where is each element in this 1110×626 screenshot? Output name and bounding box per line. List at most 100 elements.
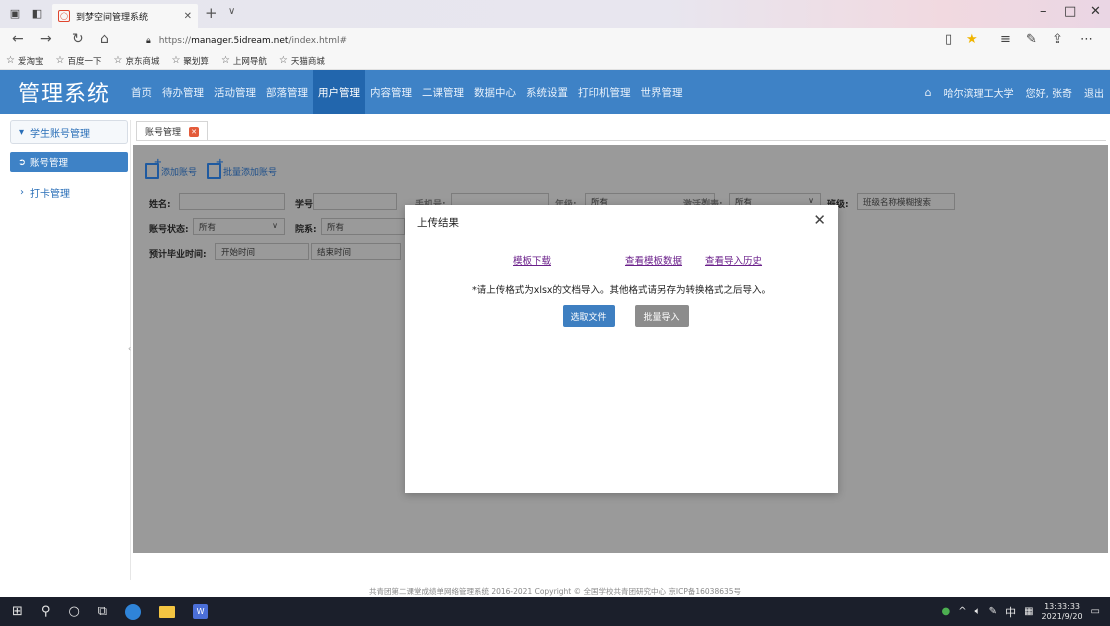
network-status-icon[interactable]: ● [942,606,951,617]
nav-settings[interactable]: 系统设置 [521,70,573,114]
system-tray: ● ^ 🔈︎ ✎ 中 ▦ 13:33:33 2021/9/20 ▭ [942,597,1100,626]
back-tabs-icon[interactable]: ◧ [30,6,44,20]
name-input[interactable] [179,193,285,210]
favorites-bar: ☆ 爱淘宝 ☆ 百度一下 ☆ 京东商城 ☆ 聚划算 ☆ 上网导航 ☆ 天猫商城 [0,52,1110,70]
end-date-placeholder: 结束时间 [317,247,352,258]
maximize-icon[interactable]: □ [1064,4,1076,19]
favorite-label: 天猫商城 [290,56,325,67]
add-file-icon [145,157,162,179]
more-icon[interactable]: ⋯ [1080,32,1093,47]
dialog-links: 模板下载 查看模板数据 查看导入历史 [405,253,838,267]
star-icon: ☆ [6,55,15,66]
nav-activity[interactable]: 活动管理 [209,70,261,114]
nav-home[interactable]: 首页 [126,70,157,114]
favorite-star-icon[interactable]: ★ [966,32,978,47]
add-account-button[interactable]: 添加账号 [145,157,197,179]
star-icon: ☆ [278,55,288,66]
star-icon: ☆ [171,55,181,66]
favorites-hub-icon[interactable]: ≡ [1000,32,1011,47]
browser-tab[interactable]: ◯ 到梦空间管理系统 ✕ [52,4,198,28]
url-field[interactable]: 🔒︎ https://manager.5idream.net/index.htm… [146,32,966,49]
new-tab-icon[interactable]: + [205,4,218,22]
batch-add-account-button[interactable]: 批量添加账号 [207,157,277,179]
student-no-input[interactable] [313,193,397,210]
dept-select[interactable]: 所有 [321,218,405,235]
address-bar-row: ← → ↻ ⌂ 🔒︎ https://manager.5idream.net/i… [0,28,1110,52]
import-history-link[interactable]: 查看导入历史 [705,253,762,267]
select-file-button[interactable]: 选取文件 [562,305,615,327]
nav-second-class[interactable]: 二课管理 [417,70,469,114]
tab-close-icon[interactable]: ✕ [184,11,192,22]
sidebar-collapse-icon[interactable]: ‹ [128,344,131,353]
content-tab-account[interactable]: 账号管理 ✕ [136,121,209,141]
upload-format-note: *请上传格式为xlsx的文档导入。其他格式请另存为转换格式之后导入。 [471,285,772,296]
start-date-placeholder: 开始时间 [221,247,256,258]
windows-start-icon[interactable]: ⊞ [12,604,23,619]
nav-world[interactable]: 世界管理 [636,70,688,114]
upload-result-dialog: 上传结果 ✕ 模板下载 查看模板数据 查看导入历史 *请上传格式为xlsx的文档… [405,205,838,493]
favorite-item[interactable]: ☆ 天猫商城 [279,55,325,67]
ime-indicator[interactable]: 中 [1005,604,1016,620]
nav-tribe[interactable]: 部落管理 [261,70,313,114]
pen-icon[interactable]: ✎ [1026,32,1037,47]
forward-icon[interactable]: → [40,31,52,47]
nav-content[interactable]: 内容管理 [365,70,417,114]
cortana-icon[interactable]: ○ [68,604,79,619]
favorite-item[interactable]: ☆ 百度一下 [55,55,101,67]
home-icon[interactable]: ⌂ [100,31,109,47]
back-icon[interactable]: ← [12,31,24,47]
sidebar-item-label: 账号管理 [29,158,68,169]
reading-view-icon[interactable]: ▯ [945,32,952,47]
favorite-item[interactable]: ☆ 京东商城 [113,55,159,67]
school-name[interactable]: 哈尔滨理工大学 [944,85,1014,100]
school-home-icon: ⌂ [924,85,932,99]
tab-close-icon[interactable]: ✕ [189,126,200,137]
favorite-item[interactable]: ☆ 聚划算 [171,55,208,67]
end-date-input[interactable]: 结束时间 [311,243,401,260]
dialog-title: 上传结果 [417,217,459,229]
nav-data-center[interactable]: 数据中心 [469,70,521,114]
sidebar-item-checkin[interactable]: › 打卡管理 [10,182,128,202]
refresh-icon[interactable]: ↻ [72,31,84,47]
keyboard-icon[interactable]: ▦ [1024,606,1033,617]
status-select[interactable]: 所有 ∨ [193,218,285,235]
user-greeting[interactable]: 您好, 张奇 [1026,85,1072,100]
close-icon[interactable]: ✕ [813,211,826,229]
name-label: 姓名: [149,200,171,210]
nav-printer[interactable]: 打印机管理 [573,70,636,114]
favorite-item[interactable]: ☆ 爱淘宝 [6,55,43,67]
template-download-link[interactable]: 模板下载 [513,253,551,267]
header-user-area: ⌂ 哈尔滨理工大学 您好, 张奇 退出 [925,70,1104,114]
status-label: 账号状态: [149,225,189,235]
start-date-input[interactable]: 开始时间 [215,243,309,260]
search-icon[interactable]: ⚲ [41,604,51,619]
sidebar-group-student-accounts[interactable]: ▾ 学生账号管理 [10,120,128,144]
tray-expand-icon[interactable]: ^ [958,606,966,617]
pen-tray-icon[interactable]: ✎ [989,606,997,617]
star-icon: ☆ [113,55,123,66]
dept-value: 所有 [327,222,345,233]
wps-office-icon[interactable]: W [193,604,209,619]
task-view-icon[interactable]: ⧉ [98,604,107,619]
window-close-icon[interactable]: ✕ [1090,4,1101,19]
batch-import-button[interactable]: 批量导入 [634,305,689,327]
page-footer: 共青团第二课堂成绩单网络管理系统 2016-2021 Copyright © 全… [368,587,742,596]
star-icon: ☆ [55,55,65,66]
view-template-data-link[interactable]: 查看模板数据 [625,253,682,267]
minimize-icon[interactable]: – [1040,4,1047,19]
edge-browser-icon[interactable] [125,603,142,620]
sidebar-item-account-manage[interactable]: ➲ 账号管理 [10,152,128,172]
logout-link[interactable]: 退出 [1084,85,1104,100]
class-search-input[interactable]: 班级名称模糊搜索 [857,193,955,210]
lock-icon: 🔒︎ [146,35,151,46]
tab-actions-icon[interactable]: ▣ [8,6,22,20]
system-clock[interactable]: 13:33:33 2021/9/20 [1042,602,1083,622]
notification-icon[interactable]: ▭ [1091,606,1100,617]
favorite-item[interactable]: ☆ 上网导航 [221,55,267,67]
nav-todo[interactable]: 待办管理 [157,70,209,114]
nav-users[interactable]: 用户管理 [313,70,366,114]
share-icon[interactable]: ⇪ [1052,32,1063,47]
file-explorer-icon[interactable] [159,605,176,618]
volume-icon[interactable]: 🔈︎ [975,606,981,617]
tab-list-chevron-icon[interactable]: ∨ [228,6,235,17]
